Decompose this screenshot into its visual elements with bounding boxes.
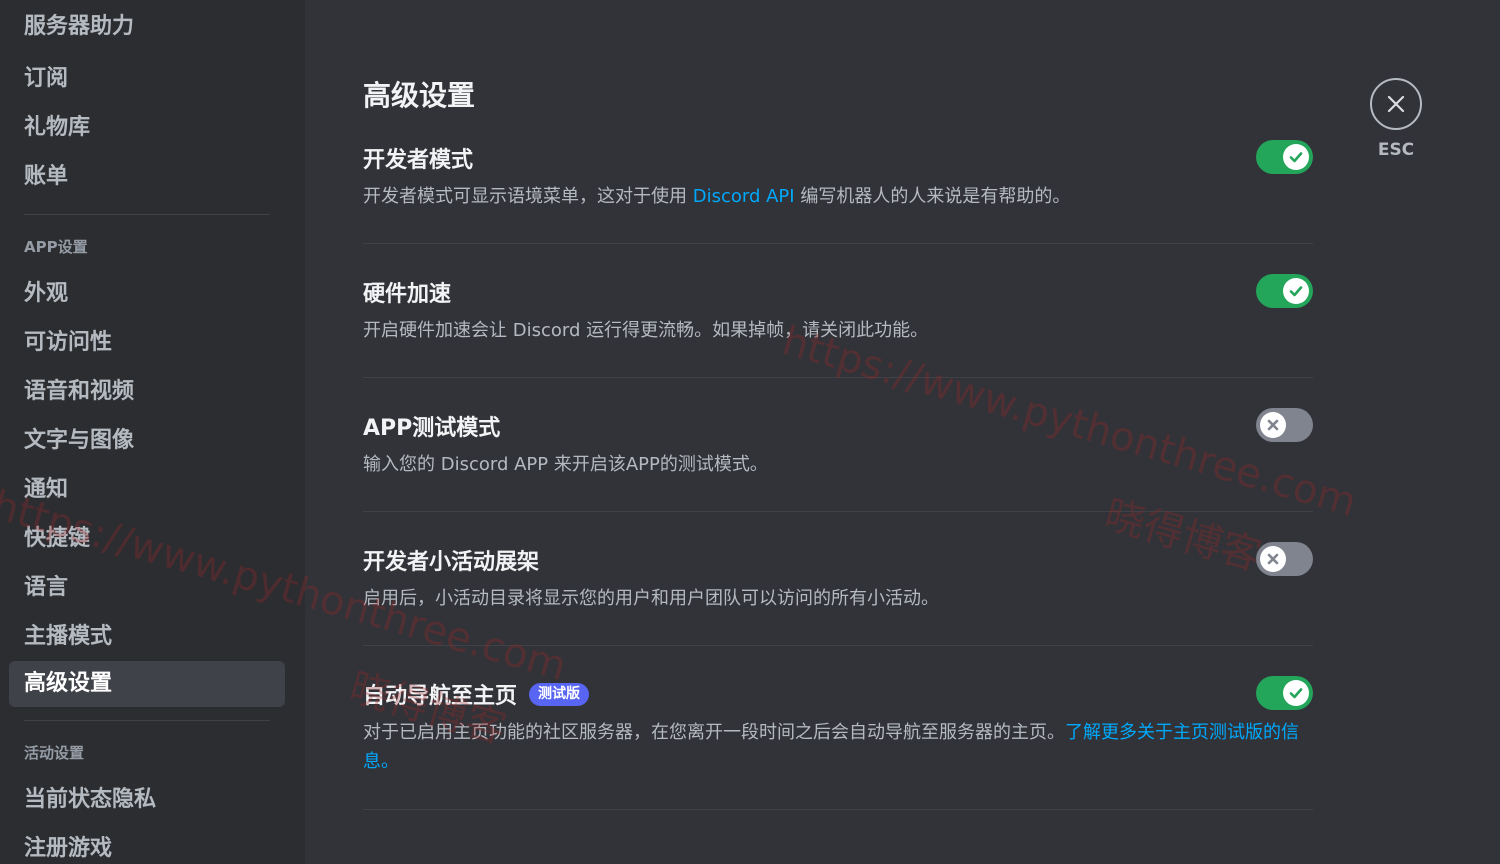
hardware-acceleration-toggle[interactable] <box>1256 274 1313 308</box>
setting-title: 开发者小活动展架 <box>363 550 540 575</box>
setting-app-test-mode: APP测试模式 输入您的 Discord APP 来开启该APP的测试模式。 <box>363 408 1313 512</box>
sidebar-item-keybinds[interactable]: 快捷键 <box>9 514 285 563</box>
settings-sidebar: 服务器助力 订阅 礼物库 账单 APP设置 外观 可访问性 语音和视频 文字与图… <box>0 0 305 864</box>
setting-description: 开启硬件加速会让 Discord 运行得更流畅。如果掉帧，请关闭此功能。 <box>363 320 929 341</box>
setting-developer-mode: 开发者模式 开发者模式可显示语境菜单，这对于使用 Discord API 编写机… <box>363 140 1313 244</box>
sidebar-separator <box>24 214 270 215</box>
sidebar-item-subscriptions[interactable]: 订阅 <box>9 54 285 103</box>
sidebar-item-gift-inventory[interactable]: 礼物库 <box>9 103 285 152</box>
toggle-knob <box>1260 546 1286 572</box>
sidebar-item-advanced[interactable]: 高级设置 <box>9 661 285 707</box>
sidebar-item-language[interactable]: 语言 <box>9 563 285 612</box>
sidebar-header-app-settings: APP设置 <box>24 238 88 256</box>
sidebar-item-billing[interactable]: 账单 <box>9 152 285 201</box>
settings-window: 服务器助力 订阅 礼物库 账单 APP设置 外观 可访问性 语音和视频 文字与图… <box>0 0 1500 864</box>
setting-head: 开发者模式 <box>363 140 1313 176</box>
description-text: 对于已启用主页功能的社区服务器，在您离开一段时间之后会自动导航至服务器的主页。 <box>363 722 1065 743</box>
check-icon <box>1289 286 1303 297</box>
check-icon <box>1289 688 1303 699</box>
setting-head: 自动导航至主页 测试版 <box>363 676 1313 712</box>
toggle-knob <box>1283 144 1309 170</box>
setting-description: 输入您的 Discord APP 来开启该APP的测试模式。 <box>363 454 768 475</box>
sidebar-header-activity-settings: 活动设置 <box>24 744 85 762</box>
sidebar-item-appearance[interactable]: 外观 <box>9 269 285 318</box>
app-test-mode-toggle[interactable] <box>1256 408 1313 442</box>
setting-head: 开发者小活动展架 <box>363 542 1313 578</box>
setting-title: APP测试模式 <box>363 416 501 441</box>
setting-head: APP测试模式 <box>363 408 1313 444</box>
sidebar-item-server-boost[interactable]: 服务器助力 <box>9 0 285 54</box>
setting-auto-navigate-home: 自动导航至主页 测试版 对于已启用主页功能的社区服务器，在您离开一段时间之后会自… <box>363 676 1313 810</box>
page-title: 高级设置 <box>363 79 476 112</box>
advanced-settings-panel: 高级设置 开发者模式 开发者模式可显示语境菜单，这对于使用 Discord AP… <box>363 70 1313 810</box>
description-text: 编写机器人的人来说是有帮助的。 <box>794 186 1071 207</box>
setting-description: 对于已启用主页功能的社区服务器，在您离开一段时间之后会自动导航至服务器的主页。了… <box>363 718 1313 776</box>
sidebar-item-accessibility[interactable]: 可访问性 <box>9 318 285 367</box>
sidebar-item-activity-privacy[interactable]: 当前状态隐私 <box>9 775 285 824</box>
sidebar-separator <box>24 720 270 721</box>
setting-title: 自动导航至主页 <box>363 684 518 709</box>
beta-badge: 测试版 <box>529 682 590 706</box>
toggle-knob <box>1283 680 1309 706</box>
toggle-knob <box>1283 278 1309 304</box>
close-button[interactable] <box>1370 78 1422 130</box>
setting-head: 硬件加速 <box>363 274 1313 310</box>
esc-label: ESC <box>1377 140 1415 160</box>
sidebar-item-registered-games[interactable]: 注册游戏 <box>9 824 285 864</box>
close-settings: ESC <box>1370 78 1422 160</box>
activity-shelf-toggle[interactable] <box>1256 542 1313 576</box>
sidebar-item-notifications[interactable]: 通知 <box>9 465 285 514</box>
sidebar-item-voice-video[interactable]: 语音和视频 <box>9 367 285 416</box>
setting-description: 启用后，小活动目录将显示您的用户和用户团队可以访问的所有小活动。 <box>363 588 939 609</box>
auto-navigate-home-toggle[interactable] <box>1256 676 1313 710</box>
setting-hardware-acceleration: 硬件加速 开启硬件加速会让 Discord 运行得更流畅。如果掉帧，请关闭此功能… <box>363 274 1313 378</box>
developer-mode-toggle[interactable] <box>1256 140 1313 174</box>
close-icon <box>1387 95 1405 113</box>
setting-developer-activity-shelf: 开发者小活动展架 启用后，小活动目录将显示您的用户和用户团队可以访问的所有小活动… <box>363 542 1313 646</box>
setting-description: 开发者模式可显示语境菜单，这对于使用 Discord API 编写机器人的人来说… <box>363 182 1313 211</box>
sidebar-item-streamer-mode[interactable]: 主播模式 <box>9 612 285 661</box>
settings-content-area: 高级设置 开发者模式 开发者模式可显示语境菜单，这对于使用 Discord AP… <box>305 0 1500 864</box>
toggle-knob <box>1260 412 1286 438</box>
x-icon <box>1267 553 1279 565</box>
setting-title: 硬件加速 <box>363 282 452 307</box>
description-text: 开发者模式可显示语境菜单，这对于使用 <box>363 186 693 207</box>
x-icon <box>1267 419 1279 431</box>
sidebar-item-text-images[interactable]: 文字与图像 <box>9 416 285 465</box>
setting-title: 开发者模式 <box>363 148 474 173</box>
check-icon <box>1289 152 1303 163</box>
discord-api-link[interactable]: Discord API <box>693 186 795 207</box>
